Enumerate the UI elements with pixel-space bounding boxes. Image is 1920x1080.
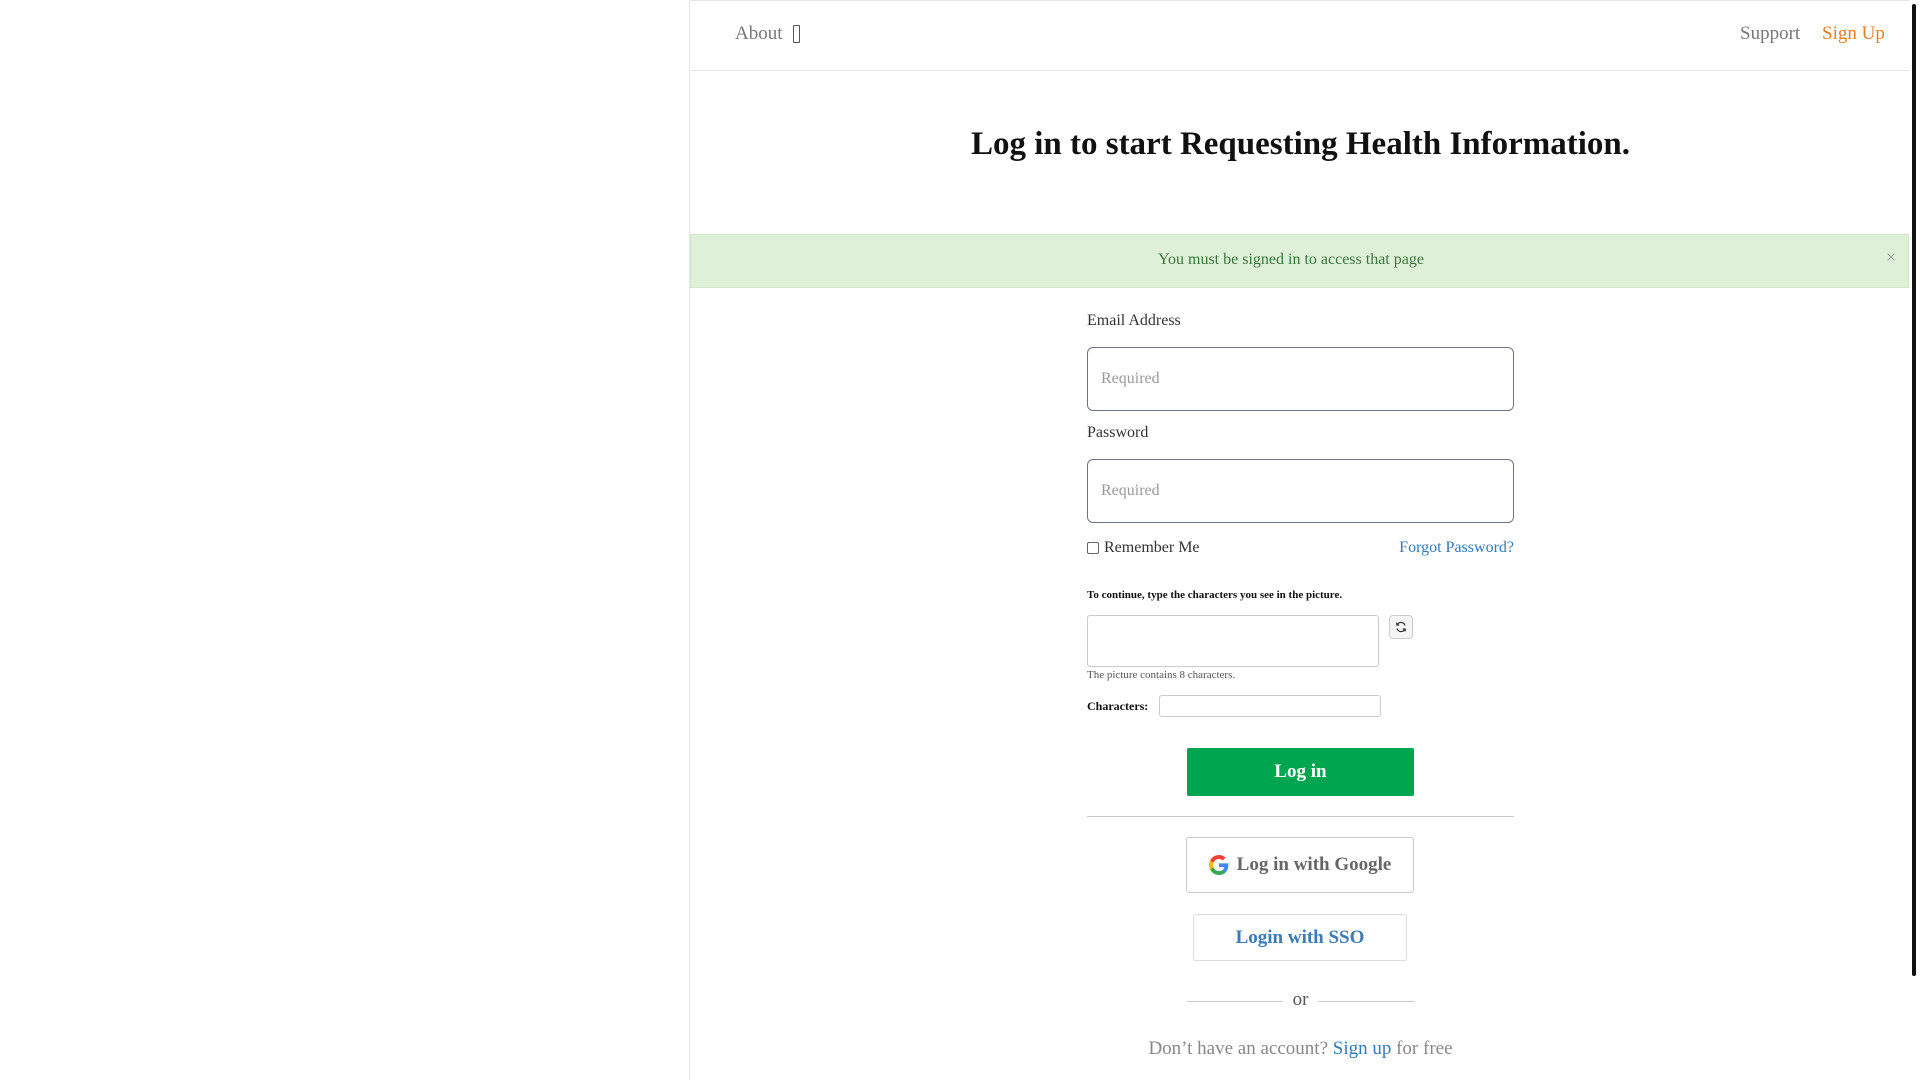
top-navbar: About Support Sign Up: [690, 0, 1911, 71]
signup-prompt-suffix: for free: [1396, 1038, 1453, 1059]
google-icon: [1208, 855, 1229, 875]
page-scrollbar[interactable]: [1910, 0, 1920, 1080]
or-separator: or: [1187, 989, 1414, 1013]
captcha-instruction: To continue, type the characters you see…: [1087, 589, 1343, 601]
signup-prompt-prefix: Don’t have an account?: [1148, 1038, 1328, 1059]
remember-me-checkbox[interactable]: [1087, 542, 1099, 554]
captcha-image: [1087, 615, 1379, 667]
alert-message: You must be signed in to access that pag…: [1158, 251, 1424, 268]
characters-label: Characters:: [1087, 699, 1149, 713]
signup-link[interactable]: Sign up: [1333, 1038, 1392, 1059]
email-placeholder: Required: [1101, 370, 1160, 387]
divider: [1087, 816, 1514, 817]
email-label: Email Address: [1087, 312, 1181, 329]
password-label: Password: [1087, 424, 1149, 441]
page-title: Log in to start Requesting Health Inform…: [970, 126, 1631, 162]
email-field[interactable]: Required: [1087, 347, 1514, 411]
password-field[interactable]: Required: [1087, 459, 1514, 523]
refresh-icon-graphic: [1396, 621, 1406, 633]
chevron-down-icon: [792, 25, 800, 43]
forgot-password-link[interactable]: Forgot Password?: [1399, 539, 1514, 557]
remember-me-label: Remember Me: [1104, 539, 1200, 556]
page-frame: About Support Sign Up Log in to start Re…: [689, 0, 1911, 1080]
refresh-icon[interactable]: [1389, 615, 1413, 639]
captcha-hint: The picture contains 8 characters.: [1087, 669, 1236, 681]
sso-login-button[interactable]: Login with SSO: [1193, 914, 1407, 961]
close-icon[interactable]: ×: [1886, 247, 1896, 268]
nav-support-link[interactable]: Support: [1740, 23, 1800, 45]
google-login-button[interactable]: Log in with Google: [1186, 837, 1414, 893]
login-button[interactable]: Log in: [1187, 748, 1414, 796]
google-login-label: Log in with Google: [1236, 854, 1392, 875]
signin-required-alert: You must be signed in to access that pag…: [690, 234, 1909, 288]
or-line-right: [1318, 1001, 1414, 1002]
signup-prompt: Don’t have an account? Sign up for free: [1087, 1038, 1514, 1060]
remember-me: Remember Me: [1087, 539, 1200, 557]
nav-about-label: About: [735, 23, 783, 44]
nav-signup-link[interactable]: Sign Up: [1822, 23, 1885, 45]
password-placeholder: Required: [1101, 482, 1160, 499]
characters-input[interactable]: [1159, 695, 1381, 717]
or-text: or: [1292, 989, 1309, 1010]
scrollbar-thumb[interactable]: [1912, 4, 1916, 976]
nav-about-menu[interactable]: About: [735, 23, 800, 45]
